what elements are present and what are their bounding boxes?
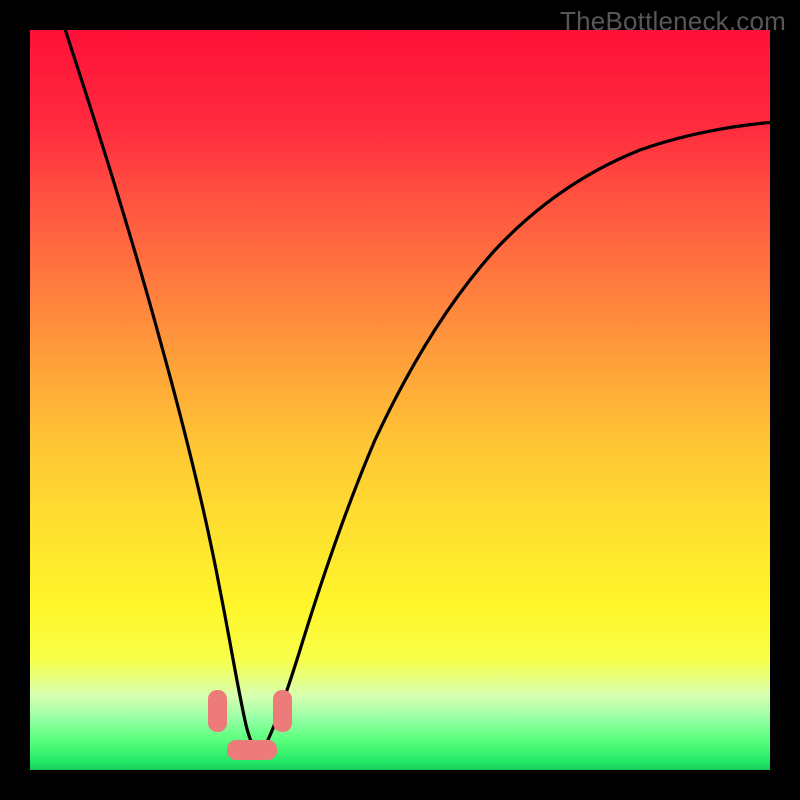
marker-right-capsule <box>273 690 292 732</box>
curve-path <box>62 30 770 750</box>
stage: TheBottleneck.com <box>0 0 800 800</box>
marker-left-capsule <box>208 690 227 732</box>
bottleneck-curve <box>30 30 770 770</box>
marker-bottom-capsule <box>227 740 277 760</box>
watermark-text: TheBottleneck.com <box>560 6 786 37</box>
plot-area <box>30 30 770 770</box>
